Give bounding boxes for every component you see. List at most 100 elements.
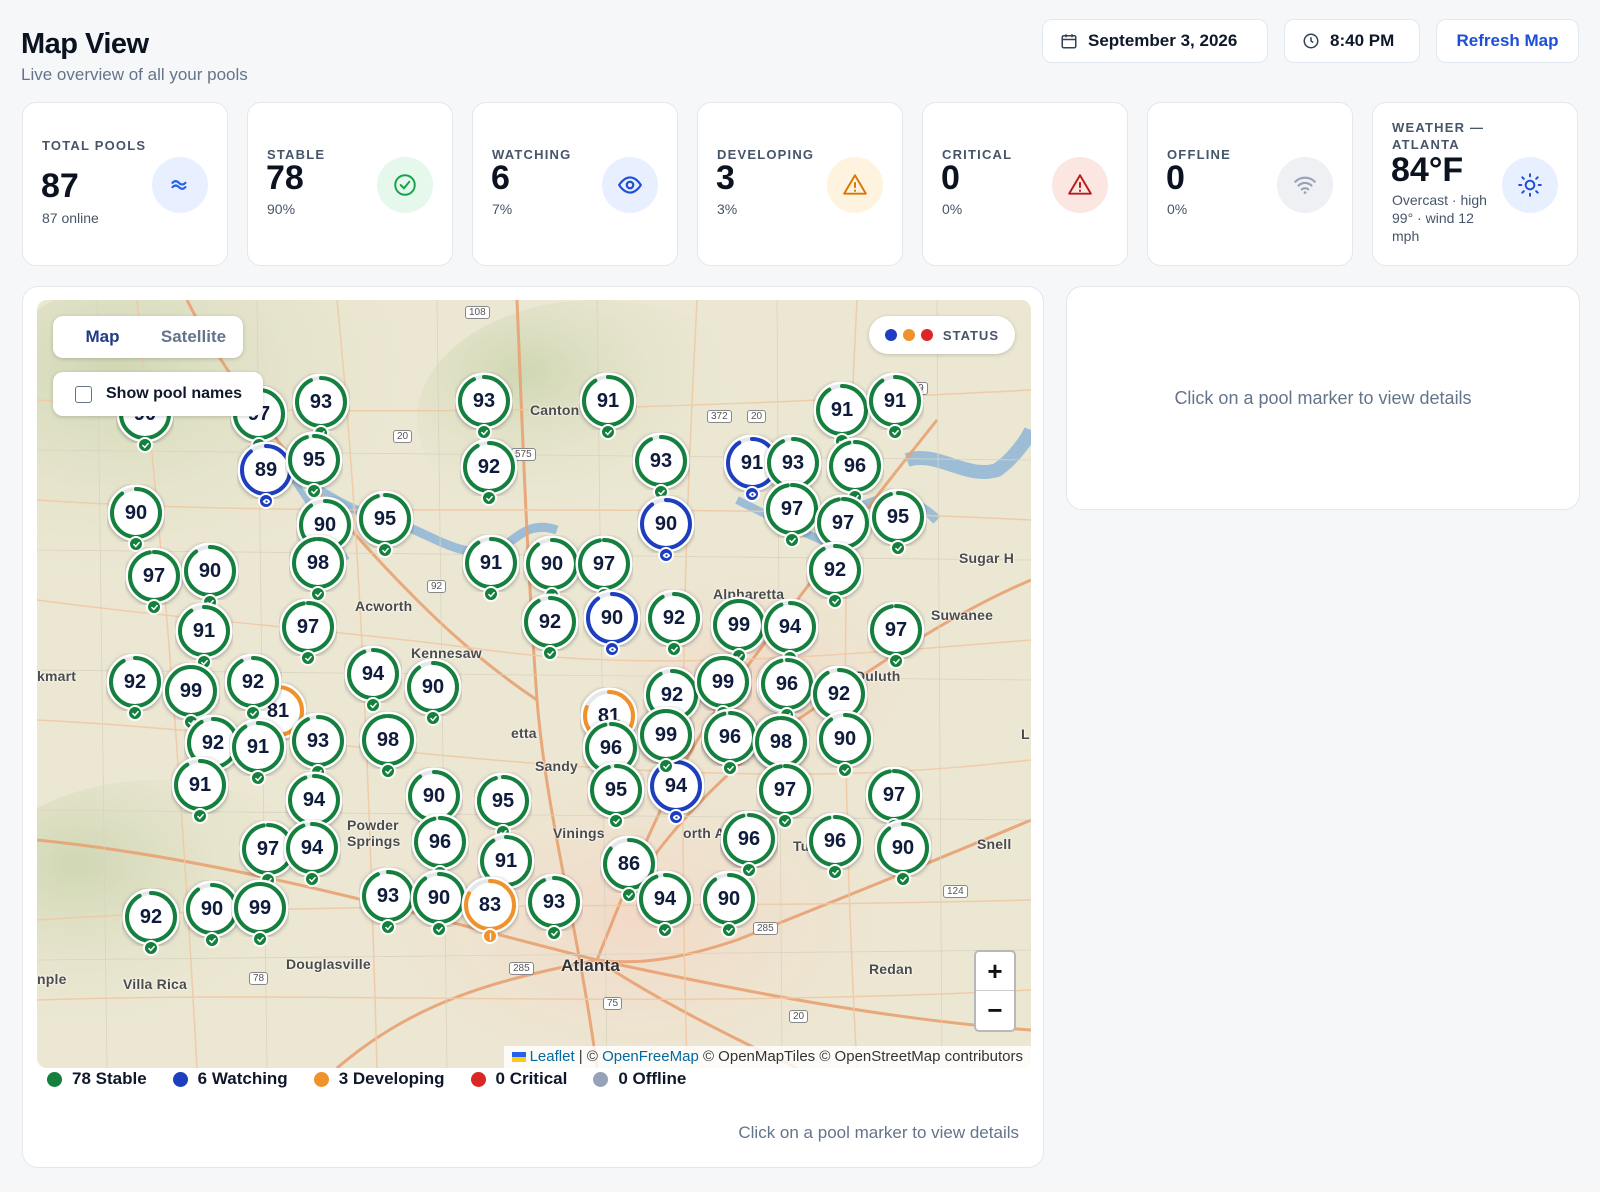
highway-shield: 372 [707,410,732,423]
stat-card-offline: OFFLINE 0 0% [1147,102,1353,266]
pool-marker[interactable]: 90 [181,542,239,610]
pool-marker[interactable]: 90 [816,710,874,778]
pool-marker[interactable]: 91 [462,534,520,602]
pool-marker[interactable]: 93 [289,712,347,780]
pool-marker[interactable]: 92 [224,653,282,721]
pool-marker[interactable]: 94 [761,598,819,666]
pool-marker[interactable]: 97 [125,547,183,615]
pool-marker[interactable]: 91 [813,381,871,449]
pool-marker[interactable]: 92 [645,589,703,657]
check-icon [895,871,911,887]
tab-satellite[interactable]: Satellite [148,320,239,354]
legend-dot [313,1071,329,1087]
place-label: Atlanta [561,956,621,975]
legend-label: 0 Offline [618,1069,687,1088]
pool-score: 92 [538,611,562,633]
pool-marker[interactable]: 94 [647,757,705,825]
pool-marker[interactable]: 93 [292,373,350,441]
check-icon [741,862,757,878]
tab-map[interactable]: Map [57,320,148,354]
pool-marker[interactable]: 90 [107,484,165,552]
date-label: September 3, 2026 [1088,31,1238,50]
pool-marker[interactable]: 94 [283,819,341,887]
pool-marker[interactable]: 93 [525,873,583,941]
pool-marker[interactable]: 91 [579,372,637,440]
pool-marker[interactable]: 99 [710,596,768,664]
eye-icon [602,157,658,213]
pool-marker[interactable]: 90 [410,869,468,937]
status-label: STATUS [942,327,999,343]
pool-marker[interactable]: 93 [359,867,417,935]
pool-score: 90 [198,560,222,582]
check-icon [481,490,497,506]
pool-marker[interactable]: 93 [632,432,690,500]
pool-marker[interactable]: 95 [587,761,645,829]
pool-marker[interactable]: 95 [869,488,927,556]
check-icon [546,925,562,941]
stat-value: 3 [716,159,735,197]
pool-marker[interactable]: 97 [867,601,925,669]
pool-marker[interactable]: 91 [171,756,229,824]
pool-marker[interactable]: 90 [874,819,932,887]
highway-shield: 285 [509,962,534,975]
pool-map[interactable]: Canton Alpharetta Sugar H Suwanee Acwort… [37,300,1031,1068]
date-picker-button[interactable]: September 3, 2026 [1042,19,1268,63]
pool-marker[interactable]: 96 [701,708,759,776]
pool-marker[interactable]: 90 [523,535,581,603]
pool-marker[interactable]: 94 [344,645,402,713]
pool-marker[interactable]: 97 [865,766,923,834]
pool-marker[interactable]: 92 [106,653,164,721]
show-pool-names-checkbox[interactable] [75,385,92,403]
pool-marker[interactable]: 98 [359,711,417,779]
pool-marker[interactable]: 99 [694,653,752,721]
pool-marker[interactable]: 96 [720,810,778,878]
place-label: Redan [869,961,913,977]
pool-marker[interactable]: 98 [289,534,347,602]
pool-marker[interactable]: 83 [461,876,519,944]
openfreemap-link[interactable]: OpenFreeMap [602,1048,699,1065]
pool-marker[interactable]: 99 [162,662,220,730]
pool-marker[interactable]: 93 [455,372,513,440]
pool-marker[interactable]: 90 [637,495,695,563]
pool-marker[interactable]: 95 [285,431,343,499]
check-icon [621,887,637,903]
pool-marker[interactable]: 90 [583,589,641,657]
pool-marker[interactable]: 99 [637,706,695,774]
time-button[interactable]: 8:40 PM [1284,19,1420,63]
status-filter-chip[interactable]: STATUS [868,316,1015,354]
pool-marker[interactable]: 92 [521,593,579,661]
check-icon [827,593,843,609]
pool-marker[interactable]: 90 [700,870,758,938]
legend-label: 3 Developing [338,1069,445,1088]
pool-marker[interactable]: 92 [460,438,518,506]
stat-label: WEATHER — ATLANTA [1392,120,1485,152]
pool-marker[interactable]: 96 [758,655,816,723]
legend-item: 6 Watching [172,1069,288,1089]
ukraine-flag-icon [511,1052,526,1063]
pool-marker[interactable]: 99 [231,879,289,947]
pool-marker[interactable]: 94 [636,870,694,938]
pool-marker[interactable]: 91 [175,602,233,670]
pool-marker[interactable]: 92 [806,541,864,609]
pool-marker[interactable]: 97 [279,598,337,666]
show-pool-names-toggle[interactable]: Show pool names [53,372,263,416]
pool-marker[interactable]: 95 [474,772,532,840]
pool-score: 94 [300,837,324,859]
pool-marker[interactable]: 92 [122,888,180,956]
pool-marker[interactable]: 96 [806,812,864,880]
pool-marker[interactable]: 91 [866,372,924,440]
zoom-out-button[interactable]: − [976,991,1014,1030]
zoom-in-button[interactable]: + [976,952,1014,991]
pool-marker[interactable]: 95 [356,490,414,558]
pool-score: 91 [246,736,270,758]
pool-marker[interactable]: 90 [404,658,462,726]
pool-marker[interactable]: 96 [411,813,469,881]
leaflet-link[interactable]: Leaflet [530,1048,575,1065]
time-label: 8:40 PM [1330,31,1395,50]
pool-marker[interactable]: 97 [575,535,633,603]
pool-marker[interactable]: 91 [229,718,287,786]
refresh-map-button[interactable]: Refresh Map [1436,19,1579,63]
legend-label: 78 Stable [72,1069,147,1088]
pool-marker[interactable]: 97 [763,480,821,548]
pool-marker[interactable]: 96 [826,437,884,505]
